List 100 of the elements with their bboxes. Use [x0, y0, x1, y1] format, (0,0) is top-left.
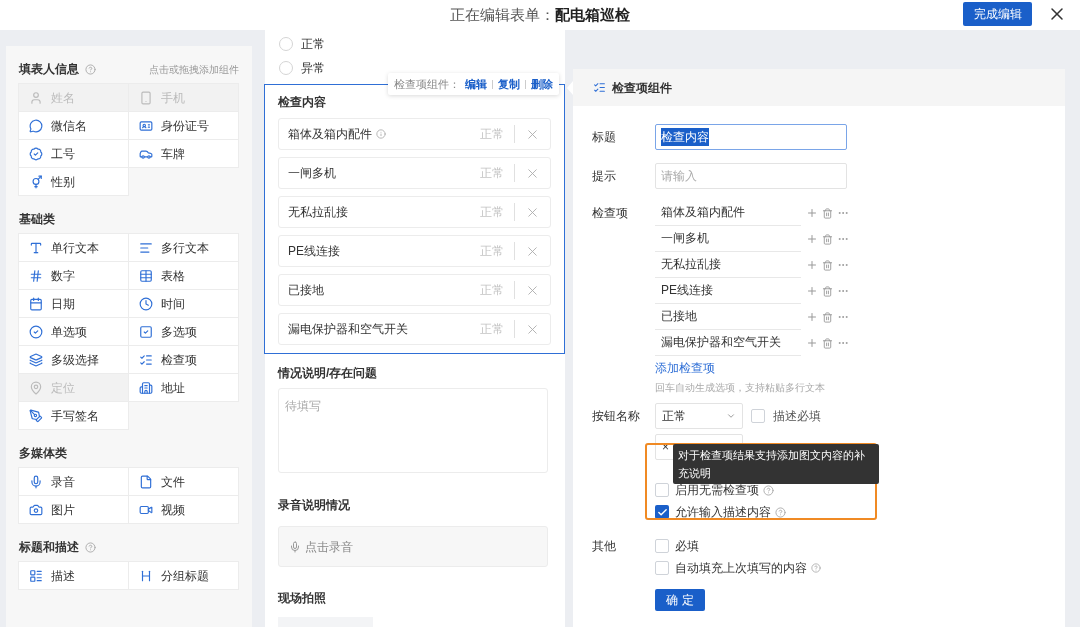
checkbox[interactable] [655, 539, 669, 553]
group-title: 填表人信息 [19, 61, 79, 78]
palette-item[interactable]: 数字 [18, 261, 129, 290]
layout-icon [29, 568, 43, 583]
add-item-link[interactable]: 添加检查项 [655, 359, 715, 377]
field-label: 标题 [592, 129, 617, 146]
palette-item[interactable]: 手写签名 [18, 401, 129, 430]
tooltip: 对于检查项结果支持添加图文内容的补充说明 [673, 444, 879, 484]
move-icon[interactable] [806, 207, 818, 219]
palette-item[interactable]: 分组标题 [128, 561, 239, 590]
palette-item[interactable]: 检查项 [128, 345, 239, 374]
form-title: 正在编辑表单：配电箱巡检 [450, 4, 630, 25]
record-button[interactable]: 点击录音 [278, 526, 548, 567]
checkbox-label: 允许输入描述内容 [675, 504, 771, 521]
palette-item[interactable]: 描述 [18, 561, 129, 590]
move-icon[interactable] [806, 285, 818, 297]
add-hint: 回车自动生成选项，支持粘贴多行文本 [655, 381, 826, 395]
item-field[interactable]: PE线连接 [655, 278, 801, 304]
file-icon [139, 474, 153, 489]
check-item-label: 漏电保护器和空气开关 [288, 321, 408, 338]
delete-icon[interactable] [822, 337, 833, 349]
item-field[interactable]: 箱体及箱内配件 [655, 200, 801, 226]
field-label: 其他 [592, 538, 617, 555]
move-icon[interactable] [806, 233, 818, 245]
microphone-icon [289, 540, 301, 553]
item-field[interactable]: 无私拉乱接 [655, 252, 801, 278]
done-button[interactable]: 完成编辑 [963, 2, 1032, 26]
hash-icon [29, 268, 43, 283]
palette-item[interactable]: 地址 [128, 373, 239, 402]
field-label: 现场拍照 [278, 590, 327, 607]
checkbox[interactable] [751, 409, 765, 423]
palette-item[interactable]: 单选项 [18, 317, 129, 346]
camera-icon [29, 502, 43, 517]
calendar-icon [29, 296, 43, 311]
palette-hint: 点击或拖拽添加组件 [149, 62, 239, 77]
group-title: 基础类 [19, 211, 55, 228]
group-title: 多媒体类 [19, 445, 67, 462]
checklist-icon [593, 81, 606, 94]
radio-label: 正常 [301, 36, 325, 53]
group-title: 标题和描述 [19, 539, 79, 556]
delete-icon[interactable] [822, 207, 833, 219]
checkbox-label: 自动填充上次填写的内容 [675, 560, 807, 577]
palette-item[interactable]: 多级选择 [18, 345, 129, 374]
checklist-icon [139, 352, 153, 367]
text-icon [29, 240, 43, 255]
phone-icon [139, 90, 153, 105]
palette-item[interactable]: 表格 [128, 261, 239, 290]
pen-icon [29, 408, 43, 423]
button-name-select[interactable]: 正常 [655, 403, 743, 429]
move-icon[interactable] [806, 311, 818, 323]
title-field[interactable]: 检查内容 [655, 124, 847, 150]
checkbox-label: 描述必填 [773, 408, 821, 425]
palette-item[interactable]: 多选项 [128, 317, 239, 346]
item-field[interactable]: 一闸多机 [655, 226, 801, 252]
palette-item[interactable]: 身份证号 [128, 111, 239, 140]
caret-icon [726, 411, 736, 421]
move-icon[interactable] [806, 337, 818, 349]
item-field[interactable]: 漏电保护器和空气开关 [655, 330, 801, 356]
field-label: 情况说明/存在问题 [278, 365, 379, 382]
delete-icon[interactable] [822, 285, 833, 297]
radio-label: 异常 [301, 60, 325, 77]
checkbox[interactable] [655, 561, 669, 575]
confirm-button[interactable]: 确 定 [655, 589, 705, 611]
delete-icon[interactable] [822, 311, 833, 323]
check-item-label: 一闸多机 [288, 165, 336, 182]
palette-item[interactable]: 日期 [18, 289, 129, 318]
hint-field[interactable]: 请输入 [655, 163, 847, 189]
palette-item[interactable]: 多行文本 [128, 233, 239, 262]
checkbox[interactable] [655, 483, 669, 497]
field-label: 按钮名称 [592, 408, 641, 425]
check-square-icon [139, 324, 153, 339]
item-field[interactable]: 已接地 [655, 304, 801, 330]
palette-item[interactable]: 录音 [18, 467, 129, 496]
delete-icon[interactable] [822, 233, 833, 245]
badge-icon [29, 146, 43, 161]
lines-icon [139, 240, 153, 255]
palette-item[interactable]: 文件 [128, 467, 239, 496]
panel-title: 检查项组件 [612, 79, 672, 97]
palette-item[interactable]: 视频 [128, 495, 239, 524]
microphone-icon [29, 474, 43, 489]
palette-item[interactable]: 微信名 [18, 111, 129, 140]
palette-item[interactable]: 图片 [18, 495, 129, 524]
gender-icon [29, 174, 43, 189]
palette-item[interactable]: 工号 [18, 139, 129, 168]
delete-icon[interactable] [822, 259, 833, 271]
person-icon [29, 90, 43, 105]
palette-item[interactable]: 性别 [18, 167, 129, 196]
building-icon [139, 380, 153, 395]
block-title: 检查内容 [278, 94, 327, 111]
check-item-label: PE线连接 [288, 243, 340, 260]
palette-item[interactable]: 单行文本 [18, 233, 129, 262]
checkbox-label: 启用无需检查项 [675, 482, 759, 499]
move-icon[interactable] [806, 259, 818, 271]
description-field[interactable]: 待填写 [278, 388, 548, 473]
check-circle-icon [29, 324, 43, 339]
palette-item[interactable]: 车牌 [128, 139, 239, 168]
pin-icon [29, 380, 43, 395]
palette-item[interactable]: 时间 [128, 289, 239, 318]
heading-icon [139, 568, 153, 583]
checkbox[interactable] [655, 505, 669, 519]
